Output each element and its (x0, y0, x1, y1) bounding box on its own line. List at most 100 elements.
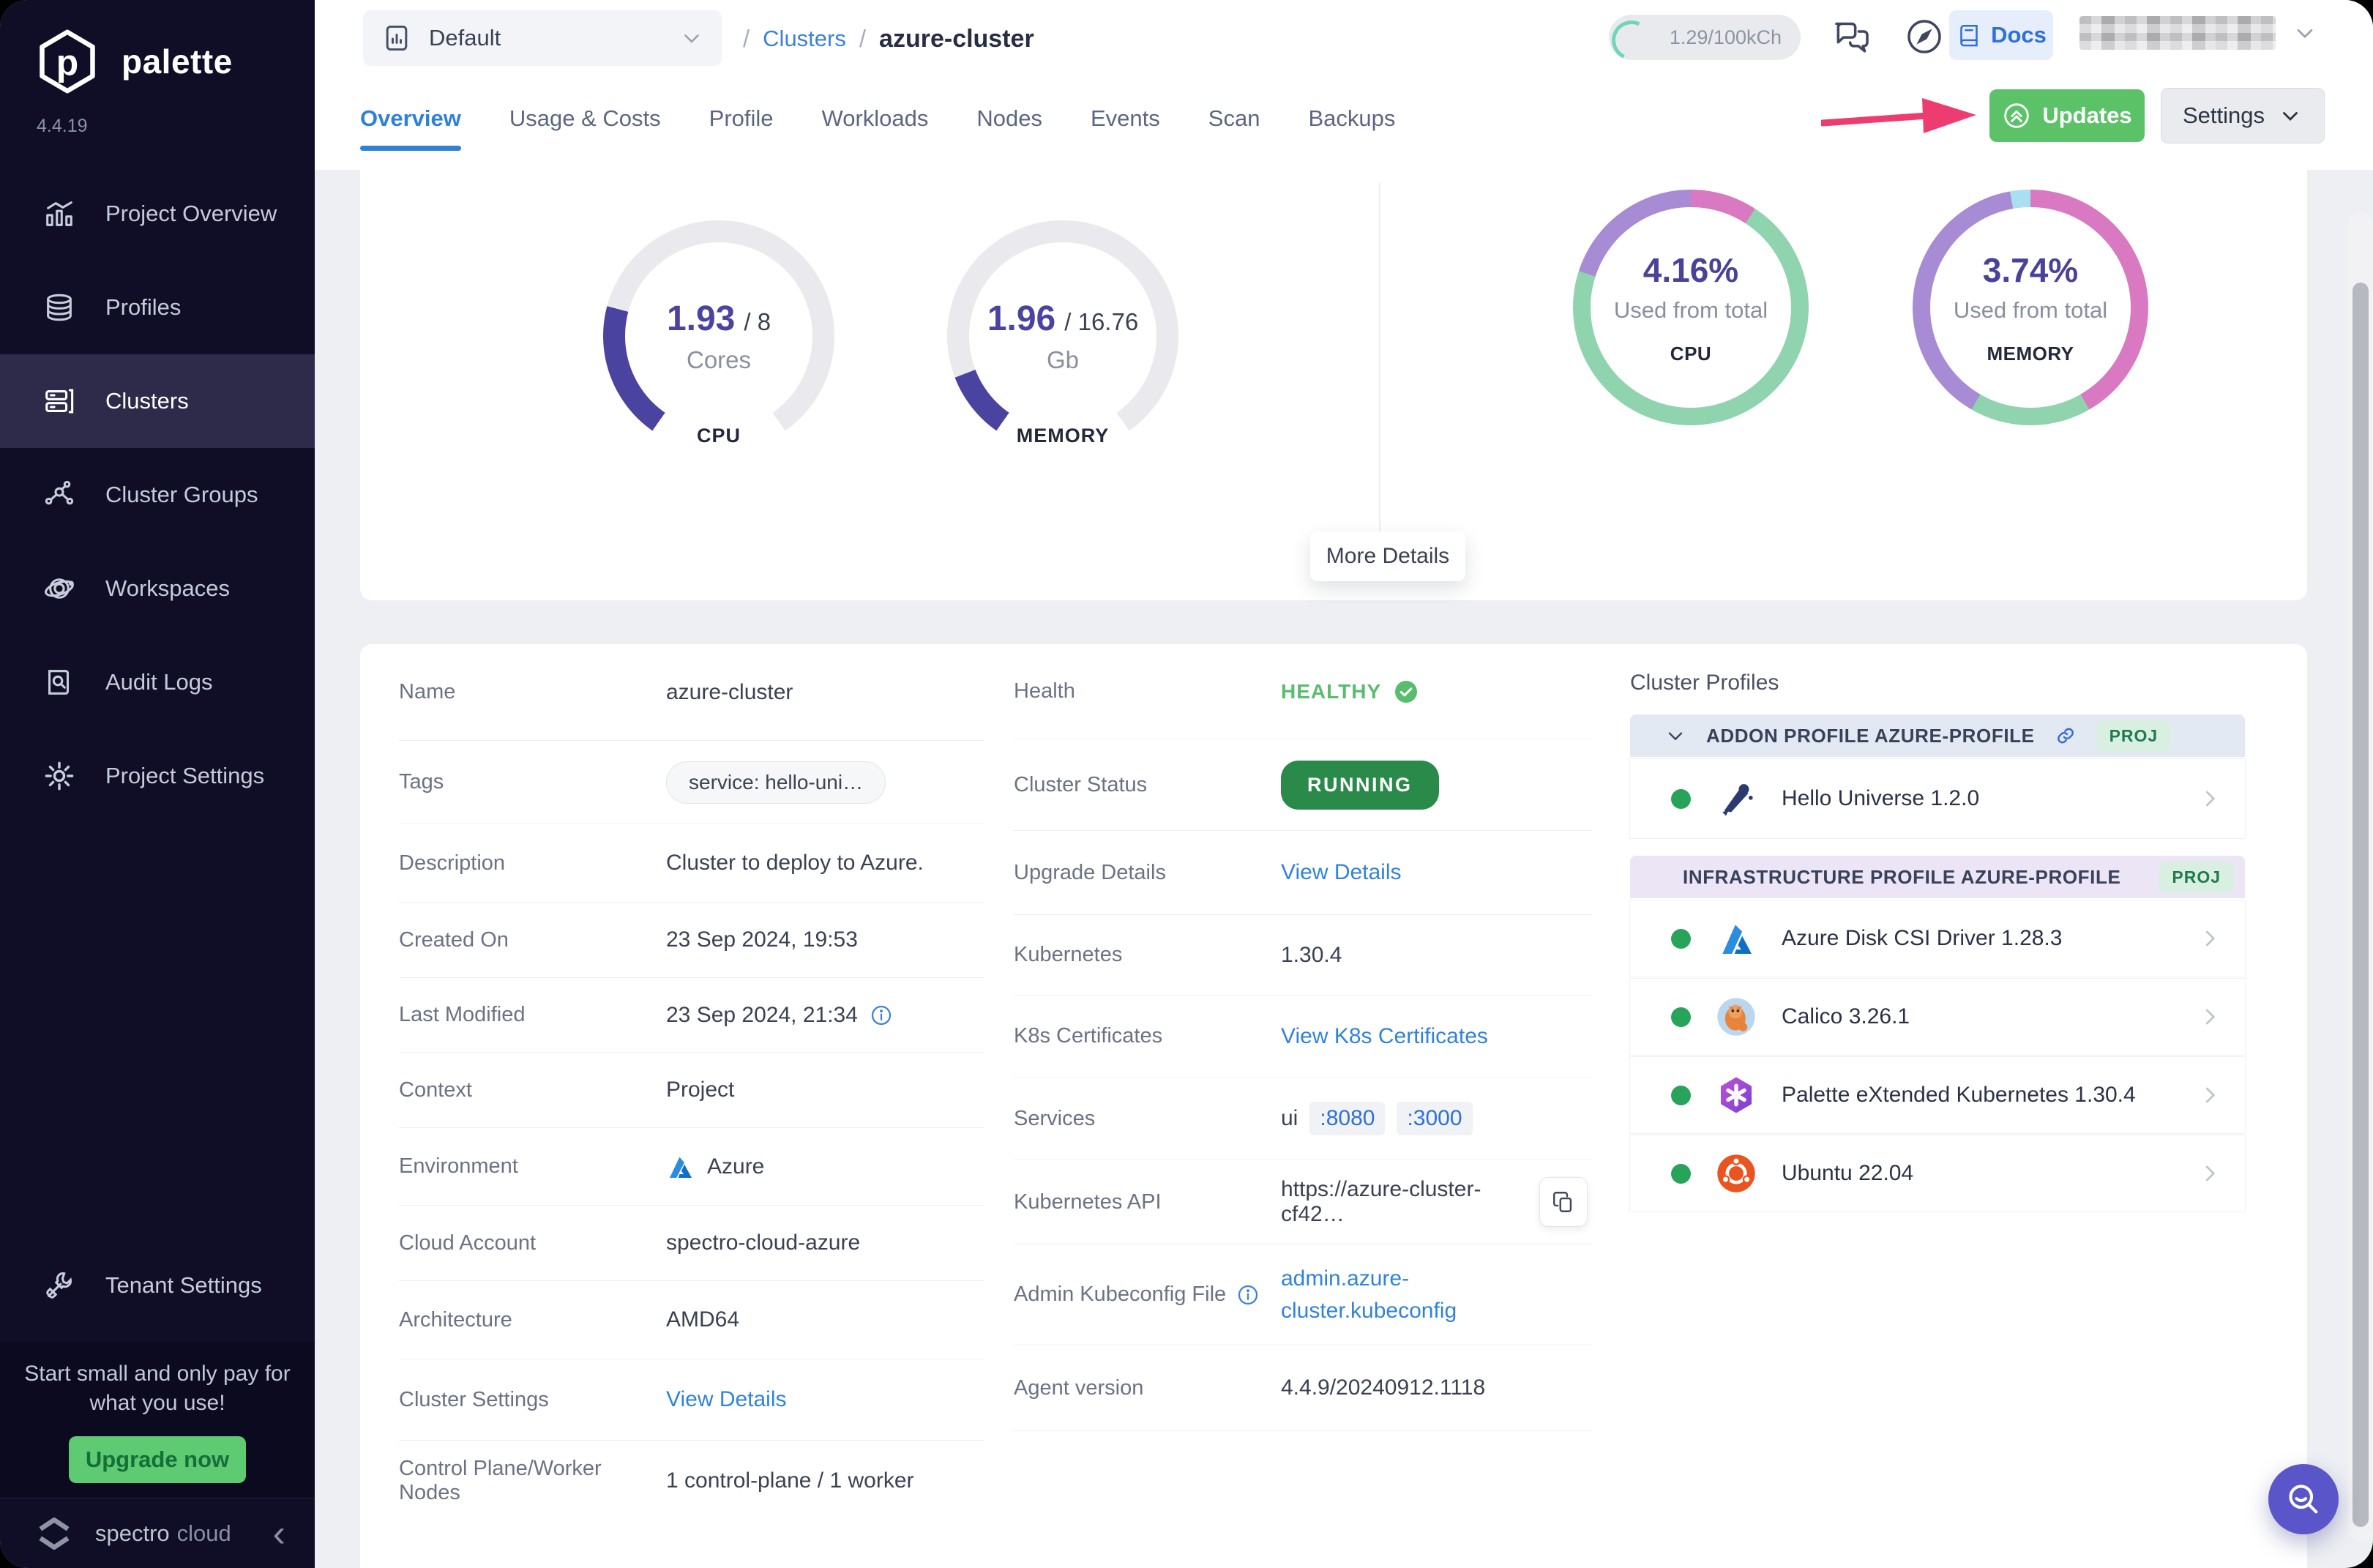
tools-icon (42, 1269, 76, 1302)
tag-pill[interactable]: service: hello-uni… (666, 761, 886, 804)
sidebar-item-cluster-groups[interactable]: Cluster Groups (0, 448, 315, 542)
detail-row-agent-version: Agent version 4.4.9/20240912.1118 (1014, 1345, 1592, 1431)
scope-badge: PROJ (2096, 720, 2172, 752)
tab-nodes[interactable]: Nodes (976, 86, 1042, 151)
sidebar-item-audit-logs[interactable]: Audit Logs (0, 635, 315, 729)
user-menu[interactable] (2079, 16, 2318, 50)
project-selector[interactable]: Default (363, 10, 722, 66)
search-fab-button[interactable] (2268, 1464, 2339, 1534)
app-window: p palette 4.4.19 Project Overview Profil… (0, 0, 2373, 1568)
sidebar-item-label: Clusters (105, 388, 189, 414)
cluster-settings-view-details-link[interactable]: View Details (666, 1387, 787, 1412)
layers-icon (42, 291, 76, 324)
cpu-unit: Cores (687, 346, 751, 374)
kubeconfig-download-link[interactable]: admin.azure-cluster.kubeconfig (1281, 1263, 1530, 1326)
detail-row-created-on: Created On 23 Sep 2024, 19:53 (399, 903, 984, 978)
breadcrumb-clusters-link[interactable]: Clusters (763, 26, 846, 52)
profile-item-ubuntu[interactable]: Ubuntu 22.04 (1630, 1135, 2245, 1212)
infrastructure-profile-header[interactable]: INFRASTRUCTURE PROFILE AZURE-PROFILE PRO… (1630, 856, 2245, 898)
view-k8s-certificates-link[interactable]: View K8s Certificates (1281, 1024, 1488, 1049)
sidebar-item-clusters[interactable]: Clusters (0, 354, 315, 448)
sidebar-item-project-settings[interactable]: Project Settings (0, 729, 315, 823)
collapse-sidebar-icon[interactable]: ‹ (273, 1515, 285, 1553)
details-left-column: Name azure-cluster Tags service: hello-u… (399, 644, 984, 1521)
compass-icon[interactable] (1904, 16, 1945, 57)
cpu-percent-caption: Used from total (1614, 297, 1768, 324)
detail-row-nodes: Control Plane/Worker Nodes 1 control-pla… (399, 1441, 984, 1521)
breadcrumb-current: azure-cluster (879, 25, 1034, 53)
sidebar-item-tenant-settings[interactable]: Tenant Settings (0, 1239, 315, 1332)
memory-used-value: 1.96 (987, 299, 1055, 339)
svg-text:p: p (56, 42, 78, 83)
detail-row-environment: Environment Azure (399, 1128, 984, 1206)
chevron-down-icon (679, 26, 704, 51)
book-icon (1956, 22, 1982, 48)
chat-icon[interactable] (1831, 16, 1872, 57)
palette-logo-icon: p (34, 26, 101, 97)
profile-item-calico[interactable]: Calico 3.26.1 (1630, 979, 2245, 1055)
addon-profile-group: ADDON PROFILE AZURE-PROFILE PROJ Hello U… (1630, 714, 2245, 838)
detail-row-last-modified: Last Modified 23 Sep 2024, 21:34 (399, 978, 984, 1053)
memory-percent-value: 3.74% (1983, 250, 2078, 290)
cpu-percent-value: 4.16% (1643, 250, 1738, 290)
cpu-used-value: 1.93 (667, 299, 735, 339)
memory-unit: Gb (1047, 346, 1079, 374)
more-details-button[interactable]: More Details (1310, 531, 1465, 581)
service-port-3000-link[interactable]: :3000 (1397, 1102, 1472, 1135)
memory-percent-donut: 3.74% Used from total MEMORY (1913, 190, 2148, 425)
scrollbar-thumb[interactable] (2353, 283, 2369, 1527)
bar-chart-icon (42, 197, 76, 231)
calico-icon (1716, 996, 1757, 1037)
tab-profile[interactable]: Profile (709, 86, 774, 151)
tab-scan[interactable]: Scan (1208, 86, 1260, 151)
chevron-right-icon (2197, 1160, 2223, 1187)
memory-percent-caption: Used from total (1954, 297, 2107, 324)
sidebar-item-profiles[interactable]: Profiles (0, 261, 315, 354)
detail-row-description: Description Cluster to deploy to Azure. (399, 824, 984, 903)
upgrade-now-button[interactable]: Upgrade now (69, 1436, 246, 1483)
tab-backups[interactable]: Backups (1308, 86, 1395, 151)
check-circle-icon (1393, 679, 1419, 705)
detail-row-k8s-certificates: K8s Certificates View K8s Certificates (1014, 996, 1592, 1078)
tab-workloads[interactable]: Workloads (822, 86, 929, 151)
upgrade-view-details-link[interactable]: View Details (1281, 860, 1402, 885)
cpu-percent-donut: 4.16% Used from total CPU (1573, 190, 1809, 425)
sidebar-item-label: Project Settings (105, 763, 264, 789)
service-port-8080-link[interactable]: :8080 (1309, 1102, 1385, 1135)
gear-icon (42, 759, 76, 793)
ubuntu-icon (1716, 1153, 1757, 1194)
settings-button[interactable]: Settings (2161, 88, 2325, 143)
project-icon (381, 22, 413, 54)
docs-button[interactable]: Docs (1949, 10, 2053, 60)
detail-row-admin-kubeconfig: Admin Kubeconfig File admin.azure-cluste… (1014, 1244, 1592, 1345)
tab-events[interactable]: Events (1091, 86, 1160, 151)
tab-overview[interactable]: Overview (360, 86, 461, 151)
link-icon (2054, 724, 2077, 747)
server-icon (42, 384, 76, 418)
detail-row-kubernetes-api: Kubernetes API https://azure-cluster-cf4… (1014, 1160, 1592, 1244)
addon-profile-header[interactable]: ADDON PROFILE AZURE-PROFILE PROJ (1630, 714, 2245, 757)
card-divider (1379, 183, 1380, 571)
footer-brand-secondary: cloud (177, 1520, 231, 1547)
breadcrumb-separator: / (743, 25, 750, 53)
details-middle-column: Health HEALTHY Cluster Status RUNNING Up… (1014, 644, 1592, 1431)
info-icon[interactable] (870, 1004, 893, 1027)
sidebar-item-project-overview[interactable]: Project Overview (0, 167, 315, 261)
copy-button[interactable] (1539, 1177, 1588, 1227)
cpu-gauge-label: CPU (603, 425, 834, 447)
cpu-total-value: / 8 (744, 308, 771, 336)
profile-item-palette-k8s[interactable]: Palette eXtended Kubernetes 1.30.4 (1630, 1057, 2245, 1133)
sidebar-item-workspaces[interactable]: Workspaces (0, 542, 315, 635)
sidebar: p palette 4.4.19 Project Overview Profil… (0, 0, 315, 1568)
azure-icon (1716, 918, 1757, 959)
info-icon[interactable] (1236, 1283, 1260, 1307)
memory-total-value: / 16.76 (1064, 308, 1138, 336)
sidebar-item-label: Project Overview (105, 201, 277, 227)
updates-button[interactable]: Updates (1989, 89, 2145, 142)
tab-usage-costs[interactable]: Usage & Costs (509, 86, 661, 151)
health-status: HEALTHY (1281, 679, 1419, 705)
spectro-cloud-logo-icon (32, 1512, 76, 1556)
brand-logo: p palette (34, 26, 233, 97)
profile-item-hello-universe[interactable]: Hello Universe 1.2.0 (1630, 759, 2245, 838)
profile-item-azure-csi[interactable]: Azure Disk CSI Driver 1.28.3 (1630, 900, 2245, 977)
